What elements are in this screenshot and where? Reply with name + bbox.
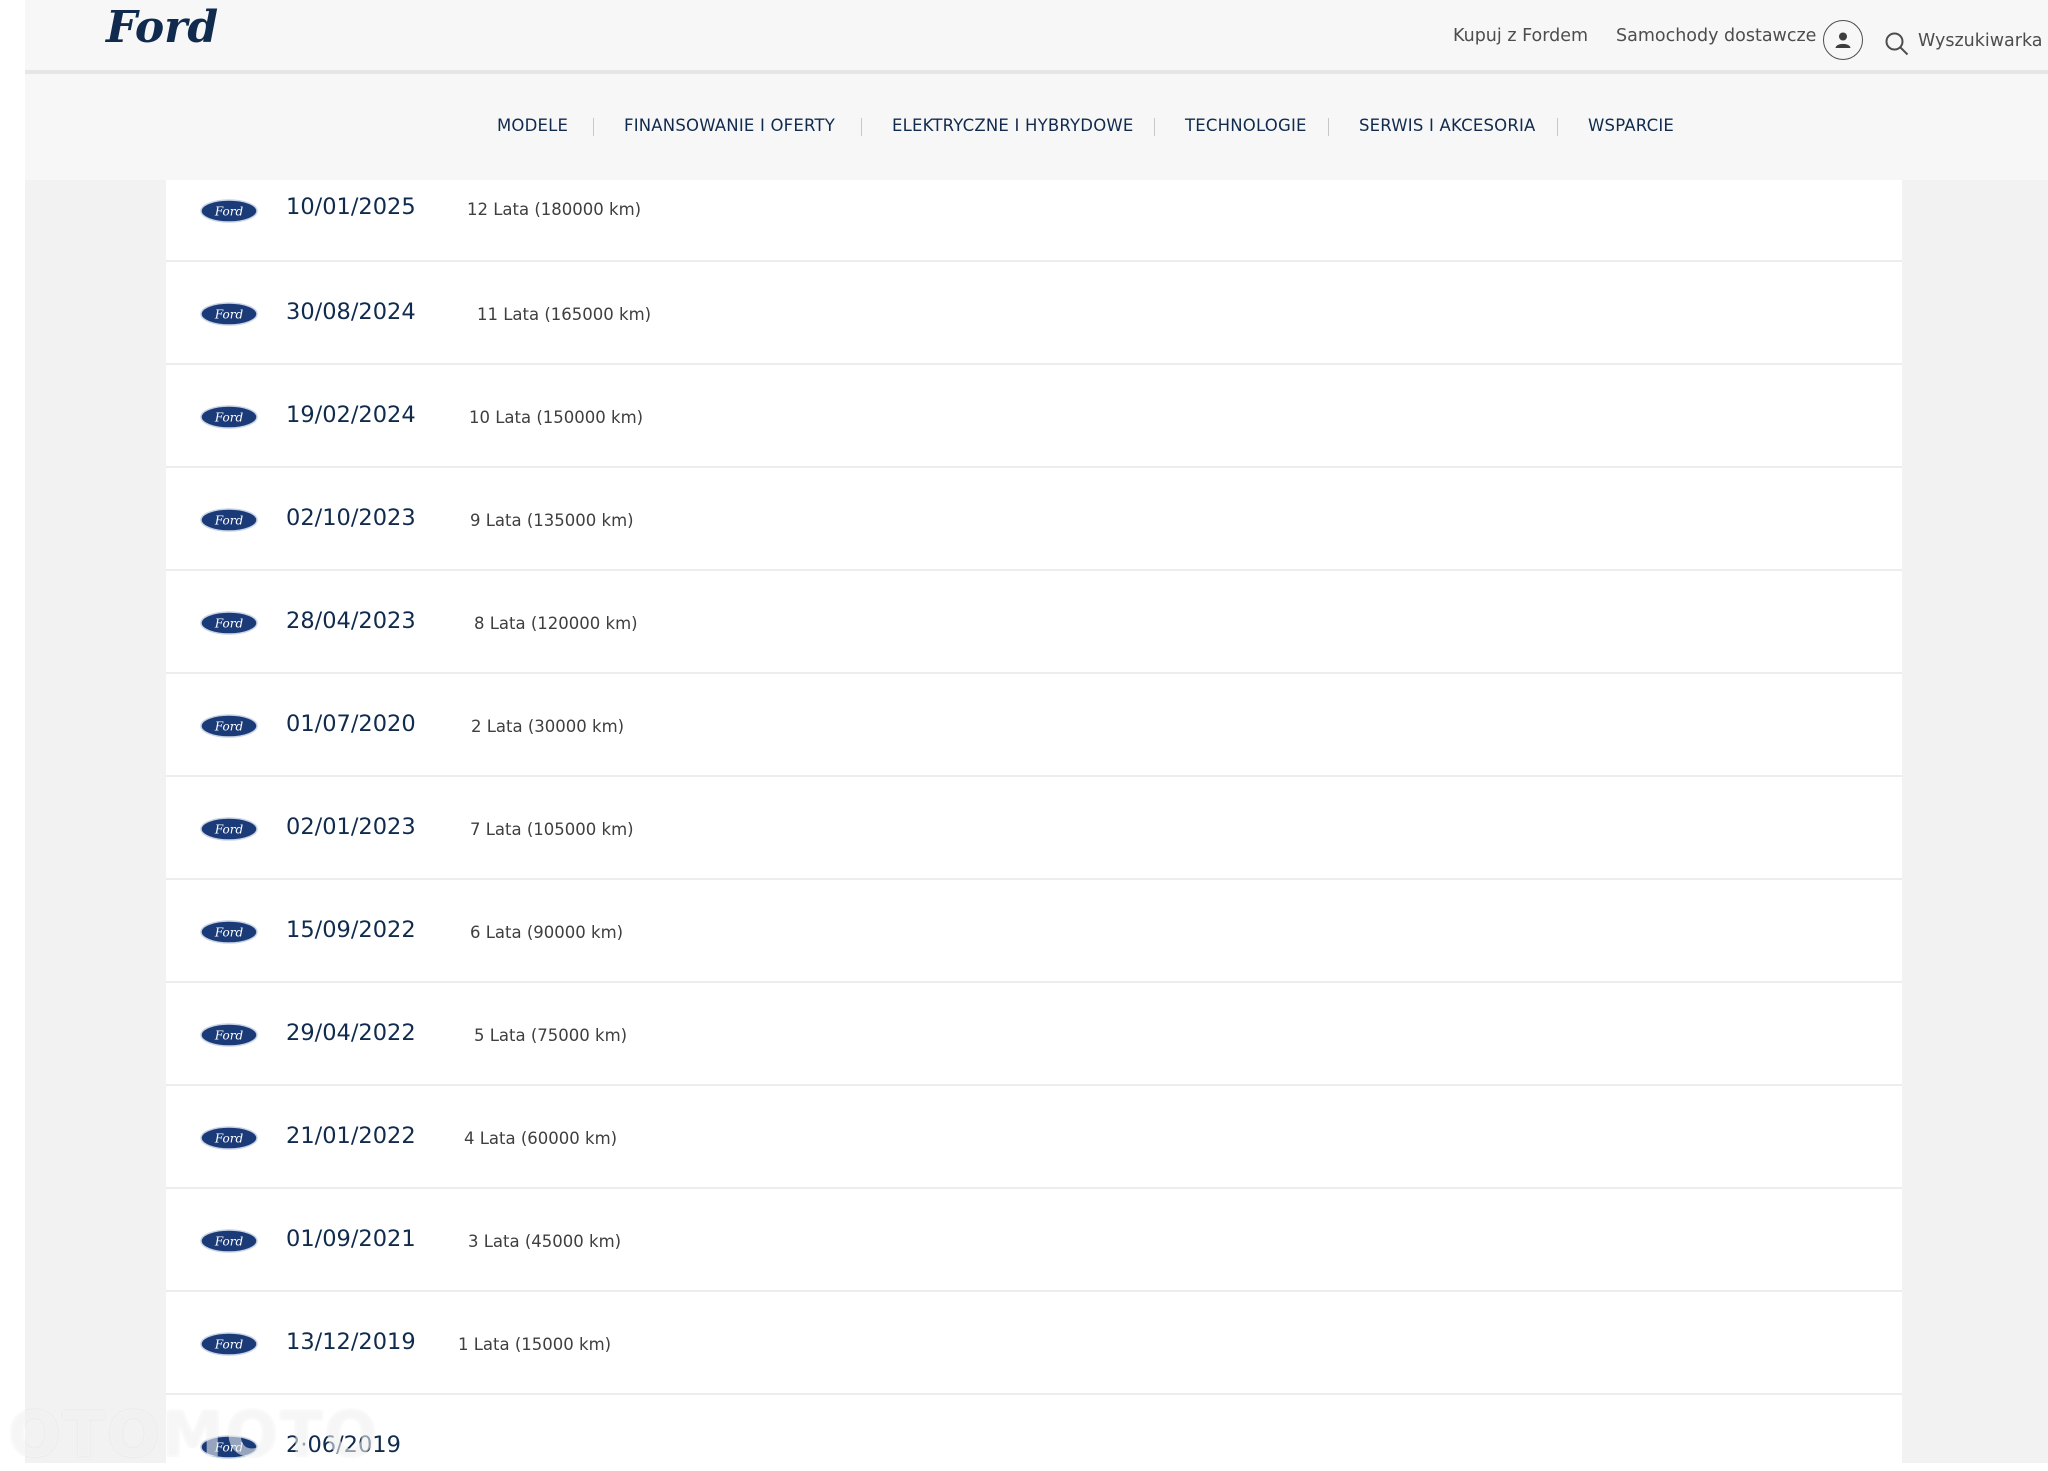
list-item: Ford 30/08/2024 11 Lata (165000 km) (166, 263, 1902, 365)
service-date: 29/04/2022 (286, 1020, 416, 1046)
svg-text:Ford: Ford (214, 205, 244, 219)
service-interval: 9 Lata (135000 km) (470, 511, 634, 530)
ford-oval-icon: Ford (200, 817, 258, 841)
service-date: 01/09/2021 (286, 1226, 416, 1252)
nav-divider (861, 118, 862, 136)
service-date: 01/07/2020 (286, 711, 416, 737)
service-interval: 6 Lata (90000 km) (470, 923, 624, 942)
buy-from-ford-link[interactable]: Kupuj z Fordem (1453, 26, 1588, 46)
list-item: Ford 21/01/2022 4 Lata (60000 km) (166, 1087, 1902, 1189)
svg-text:Ford: Ford (214, 411, 244, 425)
service-date: 19/02/2024 (286, 402, 416, 428)
svg-text:Ford: Ford (214, 1132, 244, 1146)
search-label[interactable]: Wyszukiwarka (1918, 31, 2043, 51)
service-interval: 8 Lata (120000 km) (474, 614, 638, 633)
ford-oval-icon: Ford (200, 611, 258, 635)
list-item: Ford 13/12/2019 1 Lata (15000 km) (166, 1293, 1902, 1395)
account-button[interactable] (1823, 20, 1863, 60)
ford-logo[interactable]: Ford (104, 0, 219, 54)
list-item: Ford 19/02/2024 10 Lata (150000 km) (166, 366, 1902, 468)
ford-oval-icon: Ford (200, 1023, 258, 1047)
nav-item-support[interactable]: WSPARCIE (1588, 116, 1674, 135)
nav-item-models[interactable]: MODELE (497, 116, 568, 135)
watermark: OTOMOTO (8, 1398, 380, 1471)
service-date: 28/04/2023 (286, 608, 416, 634)
nav-item-financing[interactable]: FINANSOWANIE I OFERTY (624, 116, 835, 135)
svg-text:Ford: Ford (214, 308, 244, 322)
list-item: Ford 01/09/2021 3 Lata (45000 km) (166, 1190, 1902, 1292)
service-interval: 2 Lata (30000 km) (471, 717, 625, 736)
person-icon (1835, 32, 1851, 48)
nav-divider (593, 118, 594, 136)
ford-oval-icon: Ford (200, 1332, 258, 1356)
svg-text:Ford: Ford (214, 1235, 244, 1249)
search-icon[interactable] (1884, 31, 1910, 57)
utility-bar: Ford Kupuj z Fordem Samochody dostawcze … (25, 0, 2048, 74)
svg-text:Ford: Ford (214, 617, 244, 631)
service-date: 21/01/2022 (286, 1123, 416, 1149)
ford-oval-icon: Ford (200, 1126, 258, 1150)
svg-text:Ford: Ford (214, 926, 244, 940)
nav-divider (1154, 118, 1155, 136)
list-item: Ford 28/04/2023 8 Lata (120000 km) (166, 572, 1902, 674)
svg-text:Ford: Ford (214, 514, 244, 528)
service-interval: 10 Lata (150000 km) (469, 408, 644, 427)
service-interval: 7 Lata (105000 km) (470, 820, 634, 839)
ford-oval-icon: Ford (200, 714, 258, 738)
list-item: Ford 01/07/2020 2 Lata (30000 km) (166, 675, 1902, 777)
list-item: Ford 15/09/2022 6 Lata (90000 km) (166, 881, 1902, 983)
ford-oval-icon: Ford (200, 508, 258, 532)
list-item: Ford 29/04/2022 5 Lata (75000 km) (166, 984, 1902, 1086)
ford-oval-icon: Ford (200, 920, 258, 944)
service-date: 02/01/2023 (286, 814, 416, 840)
ford-oval-icon: Ford (200, 1229, 258, 1253)
service-date: 10/01/2025 (286, 194, 416, 220)
ford-oval-icon: Ford (200, 199, 258, 223)
service-date: 13/12/2019 (286, 1329, 416, 1355)
svg-text:Ford: Ford (214, 1029, 244, 1043)
service-date: 30/08/2024 (286, 299, 416, 325)
list-item: Ford 02/01/2023 7 Lata (105000 km) (166, 778, 1902, 880)
list-item: Ford 02/10/2023 9 Lata (135000 km) (166, 469, 1902, 571)
service-date: 02/10/2023 (286, 505, 416, 531)
svg-text:Ford: Ford (214, 823, 244, 837)
svg-text:Ford: Ford (104, 2, 218, 53)
nav-item-technologies[interactable]: TECHNOLOGIE (1185, 116, 1307, 135)
service-interval: 5 Lata (75000 km) (474, 1026, 628, 1045)
commercial-vehicles-link[interactable]: Samochody dostawcze (1616, 26, 1816, 46)
nav-item-electric-hybrid[interactable]: ELEKTRYCZNE I HYBRYDOWE (892, 116, 1134, 135)
service-interval: 11 Lata (165000 km) (477, 305, 652, 324)
service-interval: 3 Lata (45000 km) (468, 1232, 622, 1251)
ford-oval-icon: Ford (200, 302, 258, 326)
nav-divider (1328, 118, 1329, 136)
nav-divider (1557, 118, 1558, 136)
ford-oval-icon: Ford (200, 405, 258, 429)
service-interval: 12 Lata (180000 km) (467, 200, 642, 219)
nav-item-service-accessories[interactable]: SERWIS I AKCESORIA (1359, 116, 1536, 135)
service-date: 15/09/2022 (286, 917, 416, 943)
service-interval: 4 Lata (60000 km) (464, 1129, 618, 1148)
svg-text:Ford: Ford (214, 1338, 244, 1352)
list-item: Ford 2·06/2019 (166, 1396, 1902, 1463)
service-interval: 1 Lata (15000 km) (458, 1335, 612, 1354)
svg-text:Ford: Ford (214, 720, 244, 734)
main-navigation: MODELE FINANSOWANIE I OFERTY ELEKTRYCZNE… (25, 74, 2048, 180)
